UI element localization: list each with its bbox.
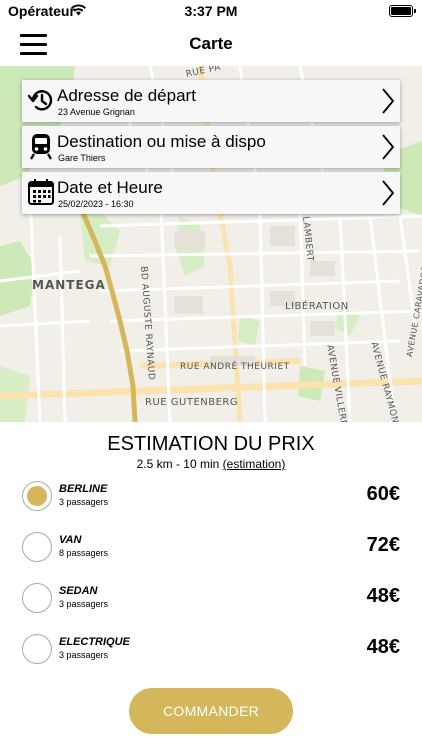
vehicle-passengers: 8 passagers (59, 548, 109, 558)
vehicle-option-van[interactable]: VAN 8 passagers 72€ (20, 531, 402, 567)
page-title: Carte (189, 34, 233, 53)
radio-selected-dot (27, 486, 47, 506)
departure-address-card[interactable]: Adresse de départ 23 Avenue Grignan (22, 80, 400, 122)
radio-button[interactable] (22, 532, 52, 562)
clock: 3:37 PM (184, 3, 238, 19)
date-time-title: Date et Heure (57, 178, 163, 197)
vehicle-passengers: 3 passagers (59, 497, 109, 507)
departure-title: Adresse de départ (57, 86, 196, 105)
vehicle-option-sedan[interactable]: SEDAN 3 passagers 48€ (20, 582, 402, 618)
vehicle-name: VAN (59, 534, 82, 546)
distance-time: 2.5 km - 10 min (136, 457, 220, 471)
date-time-value: 25/02/2023 - 16:30 (58, 199, 134, 209)
chevron-right-icon (382, 180, 395, 206)
navigation-bar: Carte (0, 24, 422, 66)
date-time-card[interactable]: Date et Heure 25/02/2023 - 16:30 (22, 172, 400, 214)
map-label-theuriet: RUE ANDRÉ THEURIET (180, 362, 290, 372)
vehicle-passengers: 3 passagers (59, 650, 109, 660)
train-icon (30, 134, 52, 160)
vehicle-price: 48€ (366, 585, 400, 607)
estimation-subtitle: 2.5 km - 10 min (estimation) (0, 457, 422, 471)
vehicle-passengers: 3 passagers (59, 599, 109, 609)
estimation-link[interactable]: (estimation) (223, 457, 286, 471)
radio-button[interactable] (22, 634, 52, 664)
history-icon (27, 90, 53, 111)
estimation-title: ESTIMATION DU PRIX (107, 433, 315, 455)
vehicle-option-berline[interactable]: BERLINE 3 passagers 60€ (20, 480, 402, 516)
vehicle-option-electrique[interactable]: ELECTRIQUE 3 passagers 48€ (20, 633, 402, 669)
destination-title: Destination ou mise à dispo (57, 132, 266, 151)
vehicle-name: ELECTRIQUE (59, 636, 130, 648)
map-label-gutenberg: RUE GUTENBERG (145, 397, 239, 408)
destination-card[interactable]: Destination ou mise à dispo Gare Thiers (22, 126, 400, 168)
radio-button[interactable] (22, 481, 52, 511)
chevron-right-icon (382, 134, 395, 160)
vehicle-price: 72€ (366, 534, 400, 556)
map-label-mantega: MANTEGA (32, 278, 106, 292)
battery-icon (389, 5, 416, 17)
vehicle-price: 60€ (366, 483, 400, 505)
destination-address: Gare Thiers (58, 153, 106, 163)
calendar-icon (28, 179, 54, 205)
radio-button[interactable] (22, 583, 52, 613)
map-label-liberation: LIBÉRATION (285, 301, 349, 312)
vehicle-name: BERLINE (59, 483, 108, 495)
status-bar: Opérateur 3:37 PM (0, 0, 422, 24)
vehicle-price: 48€ (366, 636, 400, 658)
order-button[interactable]: COMMANDER (129, 688, 293, 734)
chevron-right-icon (382, 88, 395, 114)
departure-address: 23 Avenue Grignan (58, 107, 135, 117)
vehicle-name: SEDAN (59, 585, 98, 597)
